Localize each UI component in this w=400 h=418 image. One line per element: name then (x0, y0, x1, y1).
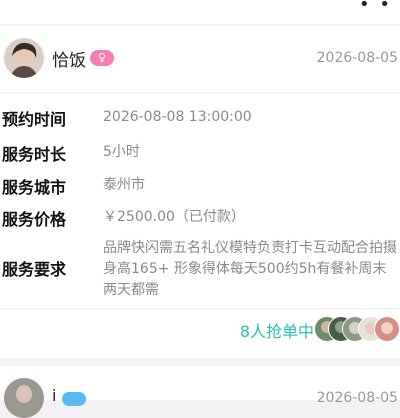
user-avatar[interactable] (4, 378, 44, 418)
post-date: 2026-08-05 (316, 50, 398, 66)
field-label: 服务城市 (2, 178, 67, 197)
field-label: 预约时间 (2, 110, 67, 129)
more-icon[interactable]: • • (359, 0, 392, 15)
field-value: 2026-08-08 13:00:00 (103, 109, 252, 125)
field-value: 5小时 (103, 144, 140, 160)
female-gender-badge: ♀ (90, 50, 114, 66)
top-card-remnant: • • (0, 0, 400, 24)
grab-count-text[interactable]: 8人抢单中 (240, 318, 314, 342)
grabber-avatar (374, 316, 400, 342)
divider (0, 92, 400, 93)
post-date: 2026-08-05 (316, 390, 398, 406)
user-name: 恰饭 (52, 51, 86, 71)
next-order-card[interactable]: i 2026-08-05 (0, 366, 400, 418)
field-label: 服务价格 (2, 210, 67, 229)
field-value: ￥2500.00（已付款） (103, 209, 245, 225)
male-gender-badge (62, 392, 86, 406)
field-label: 服务时长 (2, 145, 67, 164)
field-value: 品牌快闪需五名礼仪模特负责打卡互动配合拍摄身高165+ 形象得体每天500约5h… (103, 240, 397, 298)
order-card[interactable]: 恰饭 ♀ 2026-08-05 预约时间 2026-08-08 13:00:00… (0, 26, 400, 358)
field-label: 服务要求 (2, 260, 67, 279)
user-avatar[interactable] (4, 38, 44, 78)
user-name: i (52, 386, 57, 405)
field-value: 泰州市 (103, 177, 145, 193)
divider (0, 308, 400, 309)
grabber-avatars[interactable] (314, 316, 400, 342)
